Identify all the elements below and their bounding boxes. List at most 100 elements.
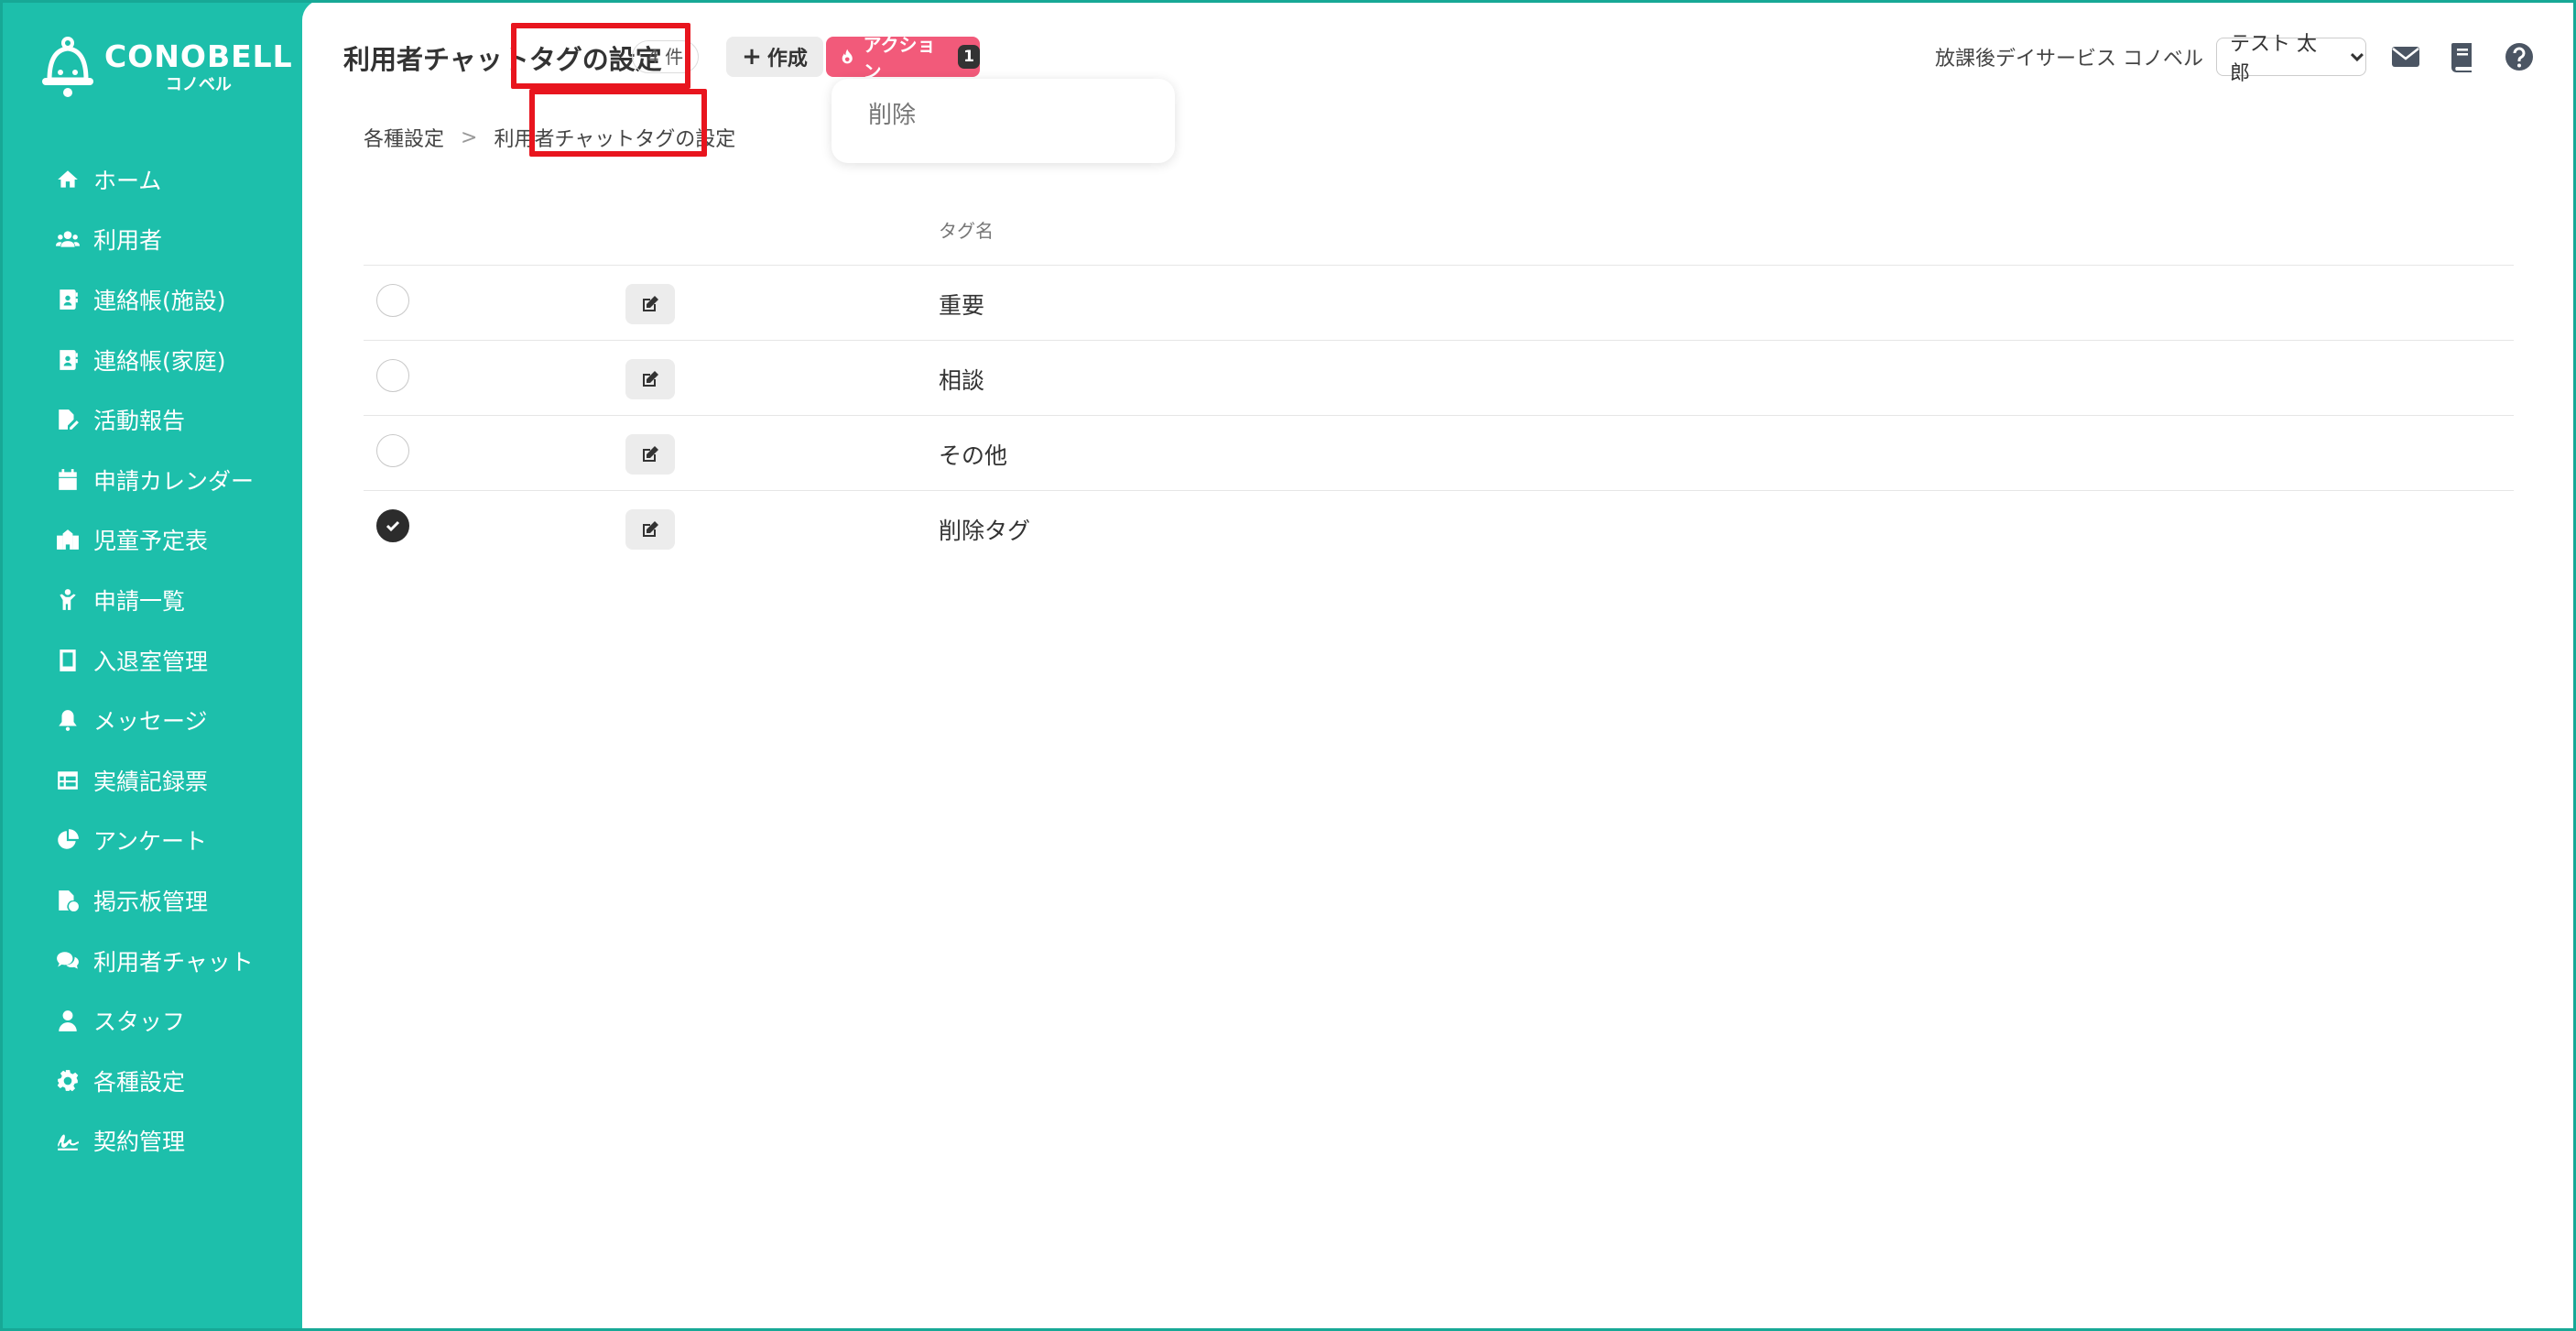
- checkmark-icon: [386, 520, 400, 532]
- sidebar-item-entry-exit[interactable]: 入退室管理: [0, 630, 302, 691]
- home-icon: [55, 167, 81, 192]
- chat-icon: [55, 948, 81, 974]
- plus-icon: +: [742, 43, 762, 71]
- contact-book-icon: [55, 287, 81, 312]
- sidebar-item-message[interactable]: メッセージ: [0, 690, 302, 750]
- sidebar-item-label: ホーム: [93, 167, 162, 194]
- help-icon[interactable]: [2502, 39, 2537, 74]
- chevron-down-icon: [2351, 52, 2364, 62]
- table-header: タグ名: [364, 203, 2514, 266]
- signature-icon: [55, 1128, 81, 1153]
- edit-button[interactable]: [625, 509, 675, 550]
- chevron-right-icon: >: [461, 125, 478, 149]
- action-button-label: アクション: [863, 34, 936, 82]
- sidebar-item-label: 申請カレンダー: [93, 467, 255, 495]
- sidebar-item-label: アンケート: [93, 828, 208, 856]
- sidebar-nav: ホーム 利用者 連絡帳(施設) 連絡帳(家庭) 活動報告 申請カレンダー 児童予…: [0, 149, 302, 1171]
- sidebar-item-label: 契約管理: [93, 1129, 186, 1156]
- sidebar-item-contact-facility[interactable]: 連絡帳(施設): [0, 269, 302, 330]
- bell-logo-icon: [38, 36, 97, 100]
- table-icon: [55, 768, 81, 793]
- sidebar-item-activity-report[interactable]: 活動報告: [0, 389, 302, 450]
- table-row: 重要: [364, 266, 2514, 341]
- sidebar-item-label: メッセージ: [93, 708, 208, 736]
- calendar-icon: [55, 467, 81, 493]
- tablet-icon: [55, 648, 81, 673]
- pie-chart-icon: [55, 827, 81, 853]
- sidebar-item-label: 実績記録票: [93, 768, 209, 795]
- brand-subtitle: コノベル: [165, 75, 232, 94]
- brand-name: CONOBELL: [104, 38, 293, 74]
- table-row: その他: [364, 416, 2514, 491]
- edit-button[interactable]: [625, 284, 675, 324]
- book-icon[interactable]: [2445, 39, 2480, 74]
- highlight-box-action: [511, 23, 690, 89]
- table-row: 相談: [364, 341, 2514, 416]
- mail-icon[interactable]: [2388, 39, 2423, 74]
- file-edit-icon: [55, 407, 81, 432]
- sidebar-item-user-chat[interactable]: 利用者チャット: [0, 931, 302, 991]
- tag-name: その他: [939, 442, 1008, 469]
- sidebar-item-settings[interactable]: 各種設定: [0, 1051, 302, 1111]
- column-header-tag-name: タグ名: [939, 220, 994, 242]
- action-dropdown-menu: 削除: [831, 79, 1175, 163]
- action-button[interactable]: アクション 1: [826, 34, 980, 82]
- sidebar-item-application-list[interactable]: 申請一覧: [0, 570, 302, 630]
- tag-table: タグ名 重要 相談 その他 削除タグ: [364, 203, 2514, 566]
- sidebar: CONOBELL コノベル ホーム 利用者 連絡帳(施設) 連絡帳(家庭) 活動…: [0, 0, 302, 1331]
- delete-menu-item[interactable]: 削除: [831, 79, 996, 147]
- sidebar-item-users[interactable]: 利用者: [0, 210, 302, 270]
- sidebar-item-label: 各種設定: [93, 1068, 186, 1096]
- gear-icon: [55, 1068, 81, 1094]
- sidebar-item-survey[interactable]: アンケート: [0, 811, 302, 871]
- facility-name: 放課後デイサービス コノベル: [1935, 48, 2203, 71]
- tag-name: 重要: [939, 292, 985, 319]
- header-right: 放課後デイサービス コノベル テスト 太郎: [1935, 33, 2537, 85]
- sidebar-item-label: 掲示板管理: [93, 888, 209, 915]
- edit-icon: [643, 296, 658, 311]
- sidebar-item-record-sheet[interactable]: 実績記録票: [0, 750, 302, 811]
- edit-button[interactable]: [625, 434, 675, 475]
- main-content: 利用者チャットタグの設定 4 件 + 作成 アクション 1 削除 各種設定 > …: [302, 0, 2573, 1328]
- bell-icon: [55, 707, 81, 733]
- tag-name: 削除タグ: [939, 518, 1031, 544]
- sidebar-item-bulletin[interactable]: 掲示板管理: [0, 870, 302, 931]
- sidebar-item-label: 入退室管理: [93, 648, 209, 675]
- sidebar-item-home[interactable]: ホーム: [0, 149, 302, 210]
- user-name: テスト 太郎: [2230, 33, 2317, 85]
- sidebar-item-application-calendar[interactable]: 申請カレンダー: [0, 450, 302, 510]
- edit-icon: [643, 446, 658, 462]
- sidebar-item-child-schedule[interactable]: 児童予定表: [0, 510, 302, 571]
- sidebar-item-label: 連絡帳(家庭): [93, 347, 226, 375]
- sidebar-item-staff[interactable]: スタッフ: [0, 990, 302, 1051]
- staff-icon: [55, 1008, 81, 1033]
- row-checkbox[interactable]: [376, 284, 409, 317]
- child-icon: [55, 587, 81, 613]
- create-button[interactable]: + 作成: [726, 37, 823, 77]
- action-count-badge: 1: [957, 45, 980, 69]
- contact-book-icon: [55, 347, 81, 373]
- brand-logo[interactable]: CONOBELL コノベル: [38, 31, 292, 104]
- school-icon: [55, 527, 81, 552]
- edit-icon: [643, 371, 658, 387]
- row-checkbox[interactable]: [376, 434, 409, 467]
- sidebar-item-label: スタッフ: [93, 1009, 186, 1036]
- row-checkbox-checked[interactable]: [376, 509, 409, 542]
- create-button-label: 作成: [766, 48, 808, 71]
- edit-icon: [643, 521, 658, 537]
- sidebar-item-contract[interactable]: 契約管理: [0, 1111, 302, 1172]
- sidebar-item-label: 利用者: [93, 227, 163, 255]
- sidebar-item-label: 活動報告: [93, 408, 186, 435]
- edit-button[interactable]: [625, 359, 675, 399]
- sidebar-item-label: 児童予定表: [93, 528, 209, 555]
- sidebar-item-label: 申請一覧: [93, 587, 186, 615]
- highlight-box-delete: [529, 89, 707, 157]
- users-icon: [55, 226, 81, 252]
- sidebar-item-contact-home[interactable]: 連絡帳(家庭): [0, 330, 302, 390]
- breadcrumb-parent[interactable]: 各種設定: [364, 123, 444, 152]
- file-check-icon: [55, 888, 81, 913]
- table-row: 削除タグ: [364, 491, 2514, 566]
- row-checkbox[interactable]: [376, 359, 409, 392]
- user-menu-select[interactable]: テスト 太郎: [2216, 33, 2366, 85]
- flame-icon: [842, 49, 853, 64]
